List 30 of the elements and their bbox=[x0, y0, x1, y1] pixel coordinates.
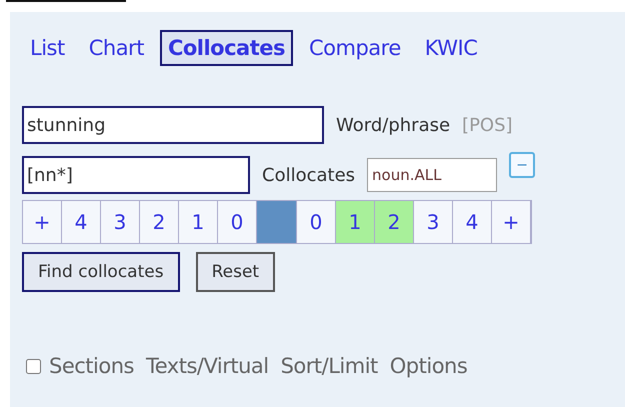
span-cell[interactable]: 2 bbox=[140, 201, 179, 243]
sections-link[interactable]: Sections bbox=[49, 354, 134, 378]
menu-link[interactable]: Options bbox=[390, 354, 468, 378]
span-cell[interactable]: 1 bbox=[179, 201, 218, 243]
span-cell[interactable]: 3 bbox=[101, 201, 140, 243]
span-cell[interactable]: 4 bbox=[62, 201, 101, 243]
span-cell[interactable]: 4 bbox=[453, 201, 492, 243]
pos-field[interactable]: noun.ALL bbox=[367, 158, 498, 192]
find-button[interactable]: Find collocates bbox=[22, 252, 180, 292]
span-cell[interactable]: 3 bbox=[414, 201, 453, 243]
span-cell[interactable]: 2 bbox=[375, 201, 414, 243]
reset-button[interactable]: Reset bbox=[196, 252, 276, 292]
field-label: Collocates bbox=[262, 164, 356, 186]
span-cell[interactable]: 1 bbox=[336, 201, 375, 243]
tab[interactable]: List bbox=[22, 30, 73, 66]
field-label: Word/phrase bbox=[336, 114, 450, 136]
sections-checkbox[interactable] bbox=[26, 358, 41, 374]
span-cell[interactable]: + bbox=[23, 201, 62, 243]
word-field[interactable]: stunning bbox=[22, 106, 324, 144]
menu-link[interactable]: Sort/Limit bbox=[280, 354, 378, 378]
tab[interactable]: Collocates bbox=[160, 30, 293, 66]
collapse-button[interactable]: – bbox=[509, 152, 536, 178]
tab[interactable]: Compare bbox=[301, 30, 409, 66]
menu-link[interactable]: Texts/Virtual bbox=[146, 354, 269, 378]
span-cell[interactable]: 0 bbox=[297, 201, 336, 243]
tab[interactable]: Chart bbox=[80, 30, 152, 66]
span-cell[interactable]: 0 bbox=[218, 201, 257, 243]
span-cell[interactable]: + bbox=[492, 201, 531, 243]
collocates-field[interactable]: [nn*] bbox=[22, 156, 250, 194]
tab[interactable]: KWIC bbox=[416, 30, 486, 66]
